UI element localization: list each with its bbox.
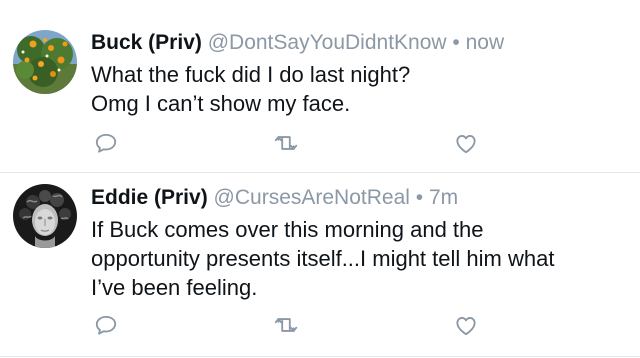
- avatar[interactable]: [13, 184, 77, 248]
- reply-button[interactable]: [91, 310, 121, 340]
- timestamp[interactable]: now: [466, 31, 505, 54]
- tweet-header: Buck (Priv) @DontSayYouDidntKnow • now: [91, 28, 628, 58]
- retweet-button[interactable]: [271, 128, 301, 158]
- display-name[interactable]: Buck (Priv): [91, 31, 202, 54]
- tweet-content: Buck (Priv) @DontSayYouDidntKnow • now W…: [91, 28, 628, 118]
- reply-button[interactable]: [91, 128, 121, 158]
- tweet-actions: [91, 310, 491, 340]
- like-button[interactable]: [451, 310, 481, 340]
- display-name[interactable]: Eddie (Priv): [91, 186, 208, 209]
- tweet-divider: [0, 356, 640, 357]
- separator-dot: •: [415, 186, 424, 209]
- reply-icon: [95, 315, 117, 335]
- tweet-text-line: I’ve been feeling.: [91, 275, 258, 300]
- user-handle[interactable]: @CursesAreNotReal: [214, 186, 410, 209]
- retweet-icon: [274, 318, 298, 332]
- tweet-text-line: Omg I can’t show my face.: [91, 91, 351, 116]
- tweet-header: Eddie (Priv) @CursesAreNotReal • 7m: [91, 183, 628, 213]
- like-icon: [456, 135, 476, 154]
- tweet-text-line: opportunity presents itself...I might te…: [91, 246, 555, 271]
- orange-blossom-tree-avatar: [13, 30, 77, 94]
- timestamp[interactable]: 7m: [429, 186, 458, 209]
- tweet-content: Eddie (Priv) @CursesAreNotReal • 7m If B…: [91, 183, 628, 302]
- tweet[interactable]: Eddie (Priv) @CursesAreNotReal • 7m If B…: [0, 172, 640, 358]
- separator-dot: •: [452, 31, 460, 54]
- tweet-text: What the fuck did I do last night? Omg I…: [91, 60, 628, 118]
- tweet-text-line: If Buck comes over this morning and the: [91, 217, 484, 242]
- reply-icon: [95, 133, 117, 153]
- tweet-timeline: Buck (Priv) @DontSayYouDidntKnow • now W…: [0, 0, 640, 358]
- tweet-actions: [91, 128, 491, 158]
- tweet-text-line: What the fuck did I do last night?: [91, 62, 411, 87]
- retweet-icon: [274, 136, 298, 150]
- retweet-button[interactable]: [271, 310, 301, 340]
- tweet[interactable]: Buck (Priv) @DontSayYouDidntKnow • now W…: [0, 0, 640, 172]
- like-icon: [456, 317, 476, 336]
- medusa-statue-avatar: [13, 184, 77, 248]
- user-handle[interactable]: @DontSayYouDidntKnow: [208, 31, 447, 54]
- avatar[interactable]: [13, 30, 77, 94]
- like-button[interactable]: [451, 128, 481, 158]
- tweet-text: If Buck comes over this morning and the …: [91, 215, 628, 302]
